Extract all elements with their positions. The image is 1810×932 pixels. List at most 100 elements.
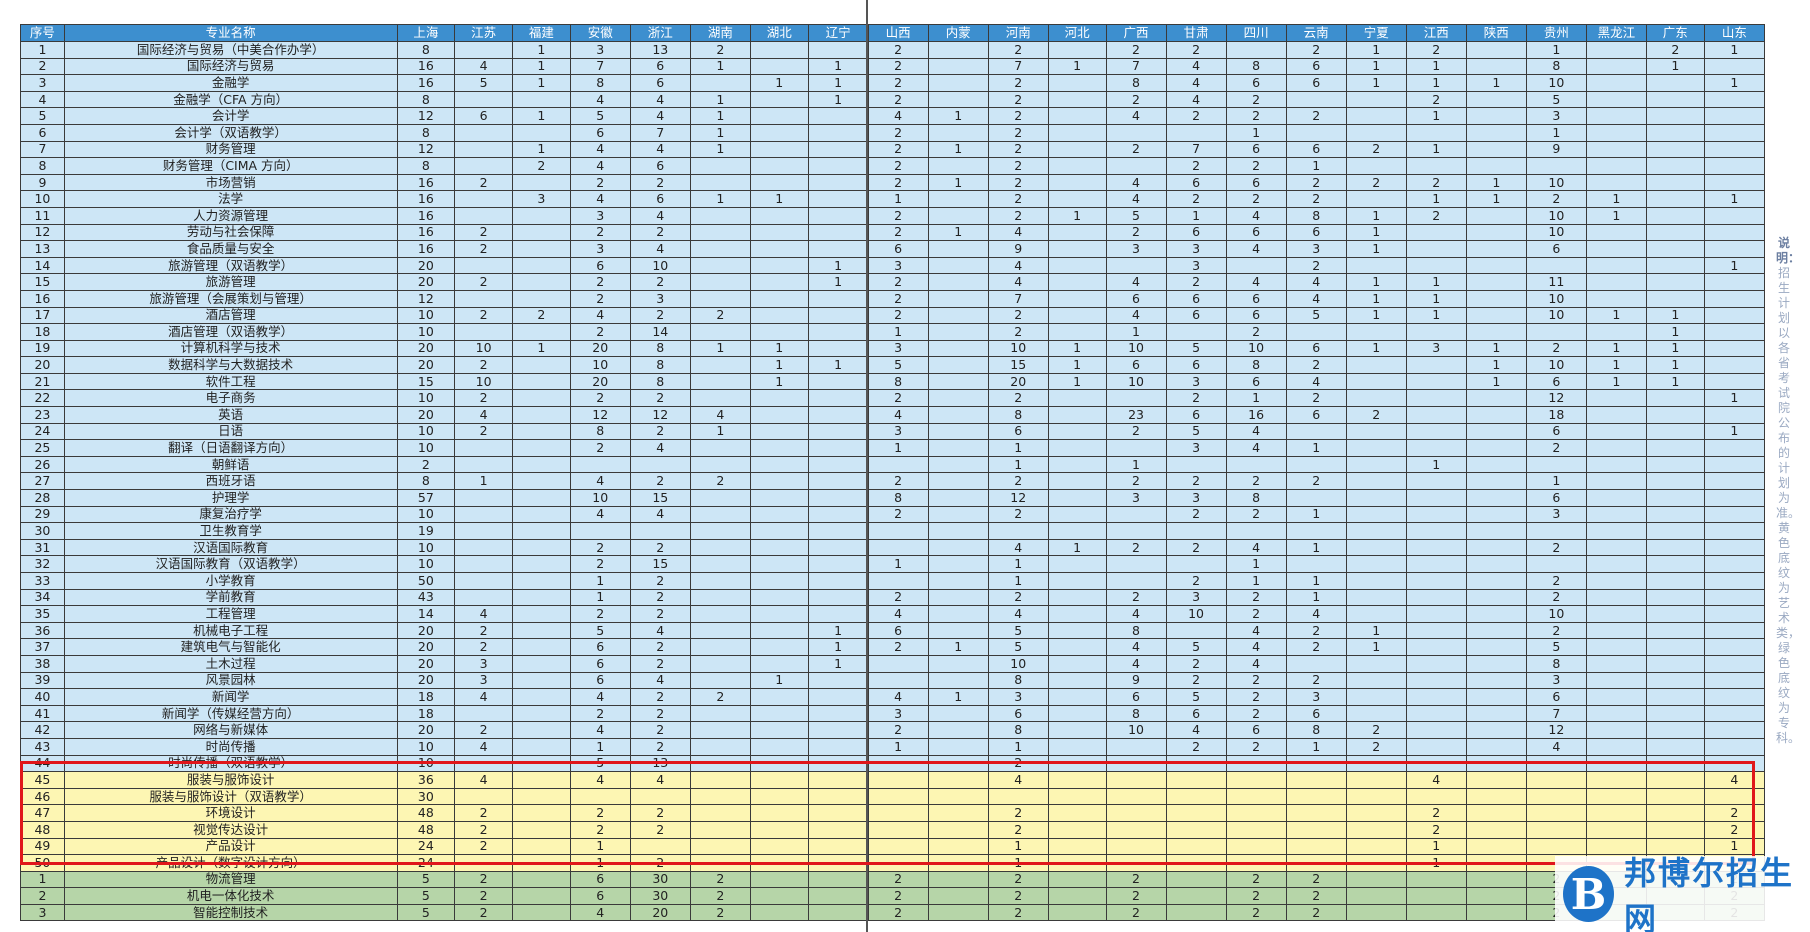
quota-cell: 2: [867, 638, 929, 656]
header-cell: 宁夏: [1345, 24, 1407, 42]
header-cell: 黑龙江: [1585, 24, 1647, 42]
table-body: 1 国际经济与贸易（中美合作办学） 8 1 3 13 2 2 2 2 2 2 1 2 1 2 1 2 国际经济与贸易…: [20, 41, 1766, 922]
quota-cell: [1047, 90, 1107, 109]
quota-cell: [1645, 157, 1705, 175]
row-number-cell: 6: [20, 123, 65, 142]
quota-cell: 10: [987, 339, 1049, 358]
quota-cell: 7: [1165, 140, 1227, 159]
quota-cell: 7: [1525, 704, 1587, 723]
quota-cell: 1: [1405, 57, 1467, 76]
quota-cell: 6: [1225, 173, 1287, 192]
quota-cell: [1703, 505, 1766, 524]
quota-cell: 1: [511, 140, 571, 159]
quota-cell: 1: [1225, 389, 1287, 408]
quota-cell: 1: [807, 356, 869, 374]
row-number-cell: 5: [20, 107, 65, 125]
quota-cell: 6: [1225, 140, 1287, 159]
quota-cell: [927, 887, 989, 905]
quota-cell: 2: [629, 704, 691, 723]
quota-cell: 10: [1525, 74, 1587, 92]
quota-cell: [454, 455, 513, 474]
major-name-cell: 护理学: [63, 489, 398, 507]
quota-cell: 1: [1465, 190, 1527, 208]
quota-cell: [1465, 107, 1527, 125]
quota-cell: 4: [569, 90, 631, 109]
quota-cell: 2: [569, 323, 631, 341]
quota-cell: [689, 256, 751, 275]
quota-cell: [1645, 439, 1705, 457]
quota-cell: 2: [569, 273, 631, 291]
quota-cell: [927, 90, 989, 109]
quota-cell: [1465, 273, 1527, 291]
quota-cell: [454, 588, 513, 607]
table-row: 3智能控制技术5242022222222: [20, 903, 1766, 922]
quota-cell: [1345, 854, 1407, 872]
quota-cell: [807, 572, 869, 590]
quota-cell: [511, 721, 571, 739]
quota-cell: 2: [569, 605, 631, 623]
quota-cell: [1465, 289, 1527, 308]
quota-cell: [749, 389, 809, 408]
quota-cell: 1: [749, 356, 809, 374]
quota-cell: 2: [1165, 41, 1227, 59]
quota-cell: 2: [1225, 90, 1287, 109]
quota-cell: [927, 422, 989, 441]
quota-cell: [749, 289, 809, 308]
quota-cell: 1: [1047, 372, 1107, 391]
quota-cell: 4: [454, 406, 513, 424]
quota-cell: [807, 837, 869, 856]
quota-cell: [1703, 671, 1766, 690]
header-cell: 福建: [511, 24, 571, 42]
quota-cell: [689, 489, 751, 507]
quota-cell: [1047, 887, 1107, 905]
row-number-cell: 39: [20, 671, 65, 690]
quota-cell: [1645, 190, 1705, 208]
quota-cell: 20: [396, 273, 456, 291]
quota-cell: [1703, 140, 1766, 159]
header-cell: 山东: [1703, 24, 1766, 42]
quota-cell: 1: [1225, 123, 1287, 142]
quota-cell: 9: [1105, 671, 1167, 690]
quota-cell: 2: [867, 721, 929, 739]
quota-cell: 1: [454, 472, 513, 491]
quota-cell: [927, 903, 989, 922]
table-row: 34 学前教育 43 1 2 2 2 2 3 2 1 2: [20, 588, 1766, 607]
table-row: 32 汉语国际教育（双语教学） 10 2 15 1 1 1: [20, 555, 1766, 573]
quota-cell: [1465, 505, 1527, 524]
quota-cell: [511, 223, 571, 242]
quota-cell: 2: [987, 140, 1049, 159]
quota-cell: 1: [807, 654, 869, 673]
row-number-cell: 22: [20, 389, 65, 408]
quota-cell: [1525, 522, 1587, 540]
quota-cell: 2: [629, 389, 691, 408]
quota-cell: 4: [454, 771, 513, 789]
quota-cell: 1: [1585, 306, 1647, 325]
quota-cell: [1703, 90, 1766, 109]
quota-cell: [987, 787, 1049, 806]
quota-cell: 1: [511, 339, 571, 358]
quota-cell: 3: [629, 289, 691, 308]
table-row: 45 服装与服饰设计 36 4 4 4 4 4 4: [20, 771, 1766, 789]
quota-cell: [1645, 704, 1705, 723]
quota-cell: 6: [1285, 74, 1347, 92]
quota-cell: [1465, 854, 1527, 872]
quota-cell: 8: [1105, 704, 1167, 723]
quota-cell: [511, 605, 571, 623]
quota-cell: 1: [1525, 123, 1587, 142]
quota-cell: [1047, 157, 1107, 175]
quota-cell: [1105, 754, 1167, 773]
quota-cell: [1047, 771, 1107, 789]
quota-cell: [1585, 489, 1647, 507]
quota-cell: [1405, 787, 1467, 806]
quota-cell: [807, 870, 869, 889]
quota-cell: [1405, 887, 1467, 905]
header-cell: 贵州: [1525, 24, 1587, 42]
quota-cell: 4: [1285, 372, 1347, 391]
quota-cell: [511, 90, 571, 109]
quota-cell: 6: [1225, 721, 1287, 739]
quota-cell: 2: [867, 472, 929, 491]
quota-cell: 2: [987, 41, 1049, 59]
quota-cell: 12: [396, 140, 456, 159]
quota-cell: 2: [689, 472, 751, 491]
quota-cell: [1585, 538, 1647, 557]
